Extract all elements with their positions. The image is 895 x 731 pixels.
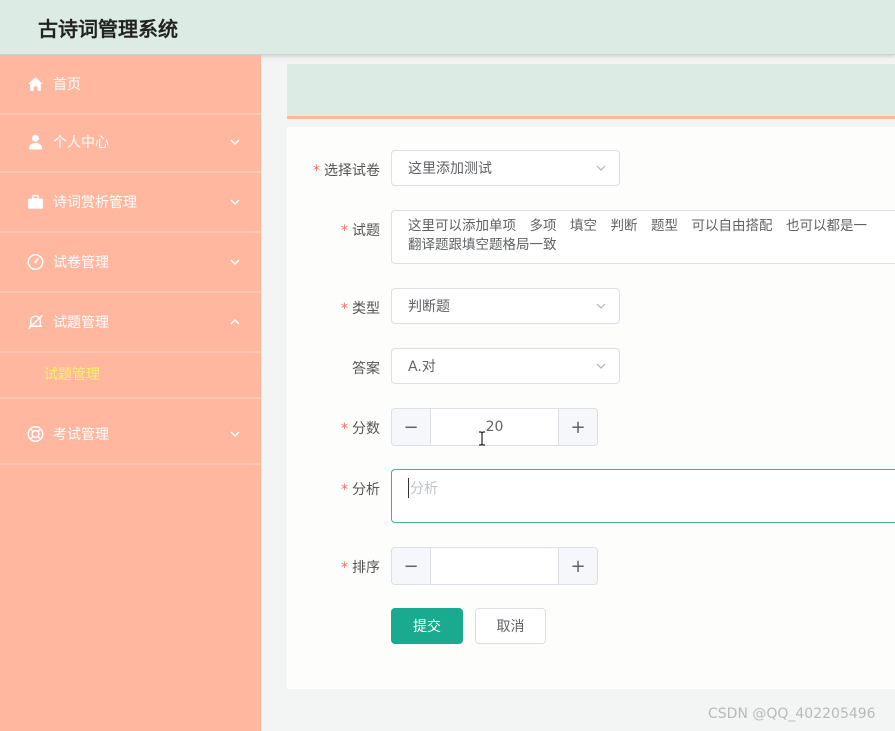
type-select[interactable]: 判断题: [391, 288, 620, 324]
sidebar-item-label: 试卷管理: [53, 255, 109, 271]
order-input[interactable]: [430, 548, 559, 584]
chevron-up-icon: [229, 316, 241, 328]
score-increment-button[interactable]: +: [558, 409, 597, 445]
chevron-down-icon: [229, 196, 241, 208]
required-asterisk: *: [341, 482, 348, 498]
question-label: * 试题: [341, 223, 380, 239]
chevron-down-icon: [229, 428, 241, 440]
answer-select[interactable]: A.对: [391, 348, 620, 384]
paper-select-value: 这里添加测试: [408, 161, 492, 177]
score-input[interactable]: 20: [430, 409, 559, 445]
order-increment-button[interactable]: +: [558, 548, 597, 584]
top-bar: 古诗词管理系统: [0, 0, 895, 55]
app-title: 古诗词管理系统: [38, 17, 178, 41]
analysis-label: * 分析: [341, 482, 380, 498]
user-icon: [27, 134, 44, 151]
chevron-down-icon: [595, 300, 607, 312]
analysis-textarea[interactable]: 分析: [391, 469, 895, 523]
sidebar-item-poetry[interactable]: 诗词赏析管理: [0, 173, 261, 233]
sidebar: 首页 个人中心 诗词赏析管理 试卷管理 试题管理 试题管理 考试管理: [0, 55, 261, 731]
type-select-value: 判断题: [408, 299, 450, 315]
sidebar-subitem-label: 试题管理: [44, 367, 100, 383]
lifebuoy-icon: [27, 426, 44, 443]
required-asterisk: *: [341, 223, 348, 239]
score-stepper[interactable]: − 20 +: [391, 408, 598, 446]
sidebar-item-label: 诗词赏析管理: [53, 195, 137, 211]
sidebar-item-label: 试题管理: [53, 315, 109, 331]
cancel-button[interactable]: 取消: [475, 608, 546, 644]
analysis-placeholder: 分析: [408, 478, 438, 498]
sidebar-subitem-questions[interactable]: 试题管理: [0, 351, 261, 399]
sidebar-item-papers[interactable]: 试卷管理: [0, 233, 261, 293]
type-label: * 类型: [341, 301, 380, 317]
sidebar-item-home[interactable]: 首页: [0, 55, 261, 115]
required-asterisk: *: [341, 421, 348, 437]
answer-label: 答案: [352, 361, 380, 377]
order-stepper[interactable]: − +: [391, 547, 598, 585]
required-asterisk: *: [341, 301, 348, 317]
home-icon: [27, 76, 44, 93]
sidebar-item-label: 首页: [53, 77, 81, 93]
score-decrement-button[interactable]: −: [392, 409, 431, 445]
briefcase-icon: [27, 194, 44, 211]
sidebar-item-label: 个人中心: [53, 135, 109, 151]
score-label: * 分数: [341, 421, 380, 437]
required-asterisk: *: [341, 560, 348, 576]
chevron-down-icon: [595, 162, 607, 174]
paper-select[interactable]: 这里添加测试: [391, 150, 620, 186]
content-banner: [287, 64, 895, 119]
paper-label: * 选择试卷: [313, 163, 380, 179]
chevron-down-icon: [229, 136, 241, 148]
submit-button[interactable]: 提交: [391, 608, 463, 644]
bell-off-icon: [27, 314, 44, 331]
order-label: * 排序: [341, 560, 380, 576]
answer-select-value: A.对: [408, 359, 436, 375]
sidebar-item-label: 考试管理: [53, 427, 109, 443]
watermark: CSDN @QQ_402205496: [708, 706, 876, 722]
chevron-down-icon: [595, 360, 607, 372]
dashboard-icon: [27, 254, 44, 271]
sidebar-item-exams[interactable]: 考试管理: [0, 405, 261, 465]
order-decrement-button[interactable]: −: [392, 548, 431, 584]
sidebar-item-profile[interactable]: 个人中心: [0, 113, 261, 173]
required-asterisk: *: [313, 163, 320, 179]
chevron-down-icon: [229, 256, 241, 268]
text-cursor-icon: [478, 431, 486, 446]
question-textarea[interactable]: 这里可以添加单项 多项 填空 判断 题型 可以自由搭配 也可以都是一 翻译题跟填…: [391, 210, 895, 264]
sidebar-item-questions[interactable]: 试题管理: [0, 293, 261, 353]
